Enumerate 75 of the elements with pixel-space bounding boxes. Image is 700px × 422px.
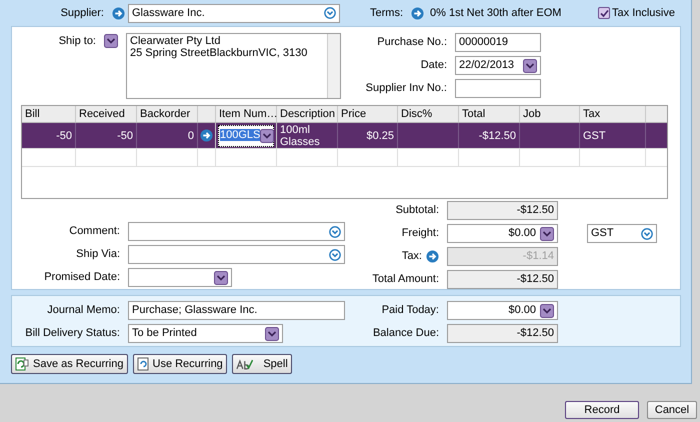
toolbar-button[interactable]: Use Recurring <box>132 354 227 374</box>
input-field[interactable] <box>455 79 541 98</box>
dropdown-icon[interactable] <box>523 58 537 72</box>
field-label: Journal Memo: <box>46 303 121 318</box>
cancel-button[interactable]: Cancel <box>647 401 697 419</box>
field-label: Purchase No.: <box>376 35 448 50</box>
spellcheck-icon <box>236 358 254 370</box>
field-label: Promised Date: <box>43 270 121 286</box>
item-number-field[interactable]: 100GLS <box>218 124 274 146</box>
table-cell: 0 <box>188 130 194 142</box>
field-label: Terms: <box>370 6 404 19</box>
recurring-icon <box>136 357 148 371</box>
arrow-right-icon[interactable] <box>200 129 213 142</box>
input-field[interactable]: -$12.50 <box>447 201 558 220</box>
recurring-icon <box>15 357 29 371</box>
field-label: Supplier: <box>60 6 105 21</box>
input-field[interactable]: -$12.50 <box>447 324 558 343</box>
field-label: Freight: <box>402 226 439 242</box>
table-cell: -50 <box>56 130 72 142</box>
checkbox[interactable] <box>598 7 610 19</box>
table-cell: -$12.50 <box>478 130 516 142</box>
input-field[interactable]: To be Printed <box>128 324 283 343</box>
toolbar-button[interactable]: Save as Recurring <box>11 354 128 374</box>
supplier-field[interactable]: Glassware Inc. <box>128 4 340 22</box>
input-field[interactable]: 00000019 <box>455 33 541 52</box>
field-label: Ship Via: <box>75 247 121 262</box>
dropdown-icon[interactable] <box>265 326 279 340</box>
checkbox-label: Tax Inclusive <box>612 6 675 21</box>
input-field[interactable]: Purchase; Glassware Inc. <box>128 301 345 320</box>
column-header[interactable]: Job <box>520 106 580 122</box>
table-cell: $0.25 <box>366 130 394 142</box>
scrollbar[interactable] <box>327 34 340 98</box>
tax-code-field[interactable]: GST <box>587 224 657 243</box>
column-header[interactable]: Received <box>76 106 137 122</box>
toolbar-button[interactable]: Spell <box>232 354 292 374</box>
arrow-right-icon[interactable] <box>411 6 424 20</box>
input-field[interactable]: $0.00 <box>447 301 558 320</box>
field-label: Tax: <box>402 249 422 264</box>
arrow-right-icon[interactable] <box>112 6 125 20</box>
field-label: Total Amount: <box>372 272 439 288</box>
field-label: Ship to: <box>58 34 97 49</box>
input-field[interactable] <box>128 268 232 287</box>
record-button[interactable]: Record <box>565 401 639 419</box>
field-label: Subtotal: <box>396 203 439 218</box>
address-field[interactable]: Clearwater Pty Ltd 25 Spring StreetBlackburnVIC, 3130 <box>126 33 341 99</box>
column-header[interactable]: Item Num… <box>216 106 277 122</box>
field-label: Supplier Inv No.: <box>364 81 448 96</box>
dropdown-icon[interactable] <box>104 34 118 48</box>
column-header[interactable]: Price <box>338 106 398 122</box>
terms-text: 0% 1st Net 30th after EOM <box>430 6 562 21</box>
field-label: Bill Delivery Status: <box>24 326 121 342</box>
field-label: Paid Today: <box>380 303 440 318</box>
column-header[interactable]: Tax <box>580 106 646 122</box>
table-cell: -50 <box>117 130 133 142</box>
table-cell-text: 100ml Glasses <box>280 124 321 148</box>
input-field[interactable]: $0.00 <box>447 224 558 243</box>
field-label: Date: <box>420 58 448 74</box>
dropdown-icon[interactable] <box>540 304 554 318</box>
dropdown-icon[interactable] <box>540 226 554 240</box>
arrow-right-icon[interactable] <box>426 250 439 263</box>
dropdown-icon[interactable] <box>214 270 228 284</box>
input-field[interactable]: 22/02/2013 <box>455 56 541 75</box>
field-label: Balance Due: <box>372 326 440 342</box>
input-field[interactable] <box>128 222 345 241</box>
input-field[interactable] <box>128 245 345 264</box>
column-header[interactable]: Disc% <box>398 106 459 122</box>
column-header[interactable]: Description <box>277 106 338 122</box>
field-label: Comment: <box>68 224 121 240</box>
input-field[interactable]: -$12.50 <box>447 270 558 289</box>
table-row[interactable]: -50 -50 0 100GLS 100ml Glasses $0.25 -$12.50 GST <box>22 123 667 149</box>
column-header[interactable]: Bill <box>22 106 76 122</box>
column-header[interactable]: Total <box>459 106 520 122</box>
dropdown-icon[interactable] <box>260 128 274 142</box>
column-header[interactable]: Backorder <box>137 106 198 122</box>
table-cell: GST <box>583 130 606 142</box>
